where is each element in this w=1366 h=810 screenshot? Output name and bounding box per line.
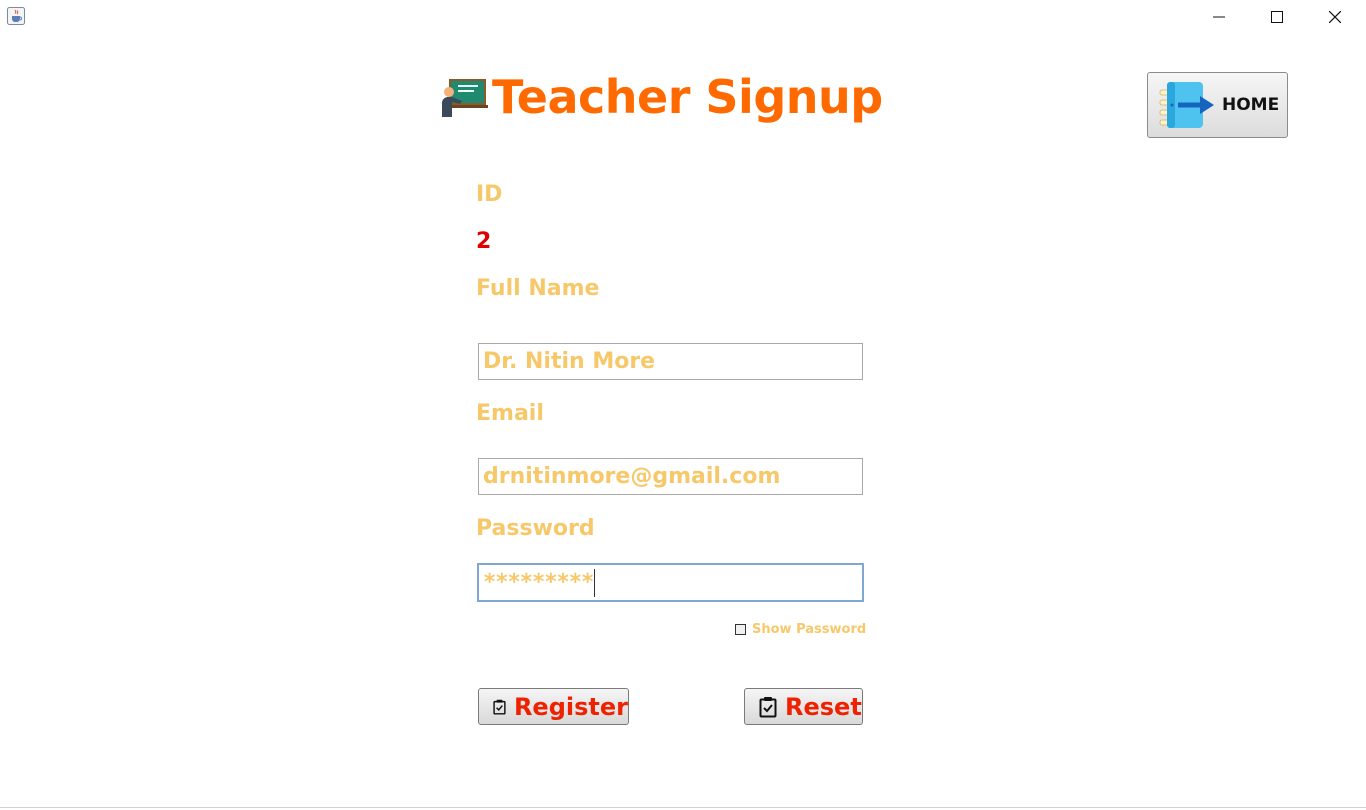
home-button-label: HOME xyxy=(1222,95,1280,115)
fullname-label: Full Name xyxy=(476,276,600,301)
notebook-arrow-icon xyxy=(1159,82,1214,128)
email-field[interactable] xyxy=(478,458,863,495)
window-bottom-border xyxy=(0,807,1366,808)
password-label: Password xyxy=(476,516,595,541)
maximize-button[interactable] xyxy=(1248,0,1306,34)
minimize-icon xyxy=(1213,16,1225,18)
register-button[interactable]: Register xyxy=(478,688,629,725)
text-caret xyxy=(594,568,596,597)
home-button[interactable]: HOME xyxy=(1147,72,1288,138)
close-icon xyxy=(1329,11,1341,23)
email-label: Email xyxy=(476,401,544,426)
maximize-icon xyxy=(1271,11,1283,23)
reset-button[interactable]: Reset xyxy=(744,688,863,725)
clipboard-check-icon xyxy=(493,699,506,715)
password-field[interactable]: ********* xyxy=(477,563,864,602)
show-password-toggle[interactable]: Show Password xyxy=(735,622,866,637)
java-cup-icon[interactable] xyxy=(7,7,25,25)
minimize-button[interactable] xyxy=(1190,0,1248,34)
id-value: 2 xyxy=(476,229,492,254)
password-masked-value: ********* xyxy=(483,570,594,595)
page-title: Teacher Signup xyxy=(492,70,883,124)
fullname-field[interactable] xyxy=(478,343,863,380)
clipboard-check-icon xyxy=(759,696,777,717)
reset-label: Reset xyxy=(785,692,862,721)
show-password-checkbox[interactable] xyxy=(735,624,746,635)
show-password-label: Show Password xyxy=(752,622,867,637)
teacher-board-icon xyxy=(442,79,488,117)
id-label: ID xyxy=(476,182,503,207)
close-button[interactable] xyxy=(1306,0,1364,34)
title-bar: Teacher Signup xyxy=(440,68,883,126)
register-label: Register xyxy=(513,692,628,721)
